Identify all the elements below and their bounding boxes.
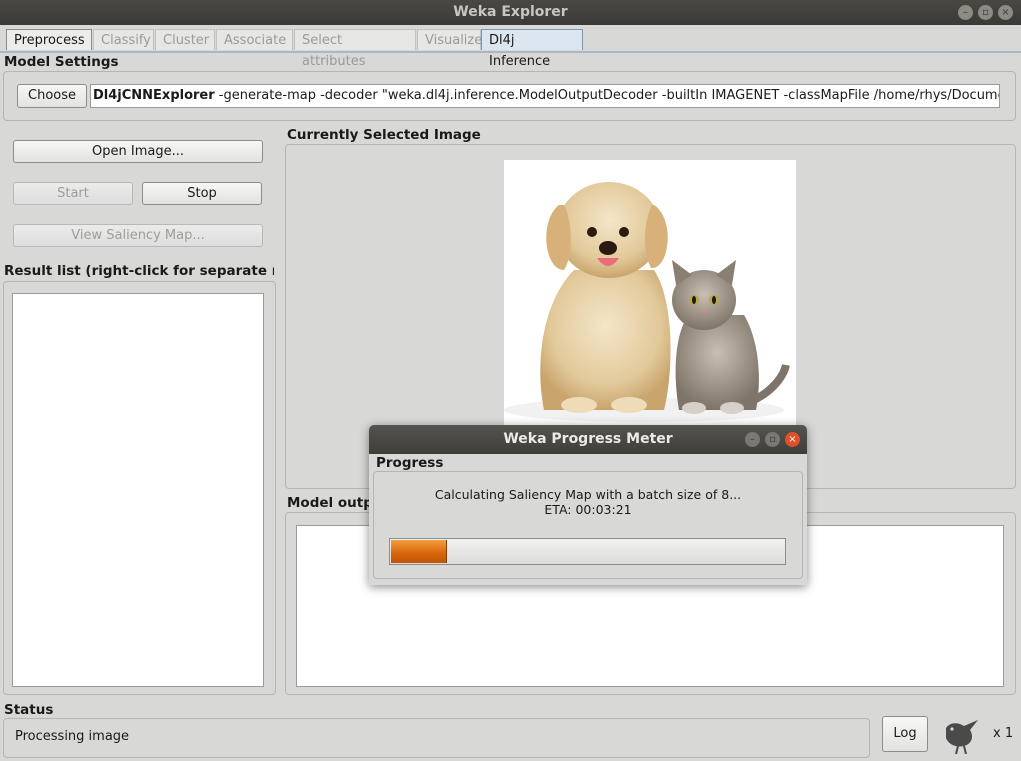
window-titlebar: Weka Explorer – ▫ × [0, 0, 1021, 25]
status-label: Status [4, 702, 54, 718]
tab-classify[interactable]: Classify [93, 29, 154, 50]
progress-eta: ETA: 00:03:21 [544, 502, 632, 517]
progress-dialog-titlebar: Weka Progress Meter – ▫ × [369, 425, 807, 454]
stop-button[interactable]: Stop [142, 182, 262, 205]
progress-dialog: Weka Progress Meter – ▫ × Progress Calcu… [369, 425, 807, 585]
tab-preprocess[interactable]: Preprocess [6, 29, 92, 50]
command-arguments: -generate-map -decoder "weka.dl4j.infere… [214, 88, 1000, 103]
log-button[interactable]: Log [882, 716, 928, 752]
progress-bar [389, 538, 786, 565]
progress-dialog-title: Weka Progress Meter [503, 431, 673, 447]
puppy-kitten-image [504, 182, 790, 422]
status-text: Processing image [15, 729, 130, 744]
close-icon[interactable]: × [998, 5, 1013, 20]
result-list-label: Result list (right-click for separate r.… [4, 263, 274, 279]
view-saliency-map-button[interactable]: View Saliency Map... [13, 224, 263, 247]
dialog-minimize-icon[interactable]: – [745, 432, 760, 447]
selected-image [504, 160, 796, 426]
tab-associate[interactable]: Associate [216, 29, 293, 50]
maximize-icon[interactable]: ▫ [978, 5, 993, 20]
progress-section-label: Progress [376, 455, 444, 471]
dialog-maximize-icon[interactable]: ▫ [765, 432, 780, 447]
window-title: Weka Explorer [453, 4, 568, 20]
image-panel-label: Currently Selected Image [287, 127, 481, 143]
minimize-icon[interactable]: – [958, 5, 973, 20]
status-panel [3, 718, 870, 758]
open-image-button[interactable]: Open Image... [13, 140, 263, 163]
tab-underline [0, 51, 1021, 53]
execution-count: x 1 [993, 726, 1014, 741]
progress-bar-fill [391, 540, 448, 563]
tab-dl4j-inference[interactable]: Dl4j Inference [481, 29, 583, 69]
weka-bird-icon [940, 714, 986, 755]
tab-select-attributes[interactable]: Select attributes [294, 29, 416, 69]
tab-cluster[interactable]: Cluster [155, 29, 215, 50]
tab-visualize[interactable]: Visualize [417, 29, 482, 50]
choose-button[interactable]: Choose [17, 84, 87, 108]
result-list[interactable] [12, 293, 264, 687]
command-class-name: Dl4jCNNExplorer [93, 88, 215, 103]
start-button[interactable]: Start [13, 182, 133, 205]
dialog-close-icon[interactable]: × [785, 432, 800, 447]
model-command-field[interactable]: Dl4jCNNExplorer -generate-map -decoder "… [90, 84, 1000, 108]
model-settings-label: Model Settings [4, 54, 119, 70]
progress-message: Calculating Saliency Map with a batch si… [434, 487, 742, 502]
